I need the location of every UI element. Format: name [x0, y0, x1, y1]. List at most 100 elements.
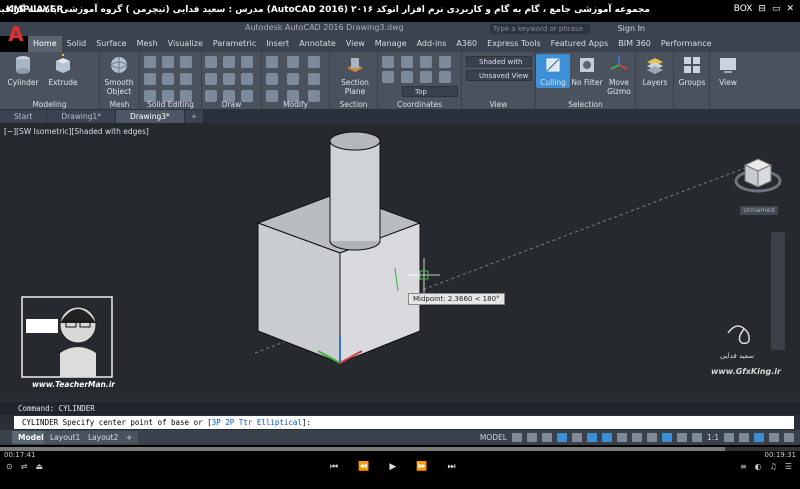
option-elliptical[interactable]: Elliptical [257, 418, 302, 427]
tab-mesh[interactable]: Mesh [132, 36, 163, 52]
subtract-icon[interactable] [144, 73, 156, 85]
polar-icon[interactable] [556, 433, 567, 442]
open-icon[interactable]: ⏏ [35, 462, 43, 471]
box-button[interactable]: BOX [734, 4, 753, 14]
panel-label-mesh[interactable]: Mesh [100, 100, 139, 109]
tab-insert[interactable]: Insert [261, 36, 294, 52]
tab-express-tools[interactable]: Express Tools [482, 36, 546, 52]
object-snap-icon[interactable] [601, 433, 612, 442]
tab-performance[interactable]: Performance [656, 36, 717, 52]
tab-parametric[interactable]: Parametric [208, 36, 261, 52]
view-direction-dropdown[interactable]: Top [402, 86, 458, 97]
shell-icon[interactable] [180, 56, 192, 68]
option-2p[interactable]: 2P [225, 418, 234, 427]
section-plane-button[interactable]: Section Plane [338, 54, 372, 96]
annotation-scale[interactable]: 1:1 [707, 433, 719, 442]
customization-menu-icon[interactable] [784, 433, 794, 442]
file-tab-drawing3[interactable]: Drawing3* [116, 110, 184, 123]
hardware-acceleration-icon[interactable] [754, 433, 764, 442]
layout-tab-layout2[interactable]: Layout2 [82, 431, 125, 444]
previous-icon[interactable]: ⏮ [330, 462, 338, 472]
object-snap-tracking-icon[interactable] [586, 433, 597, 442]
mirror-icon[interactable] [287, 73, 299, 85]
tab-annotate[interactable]: Annotate [294, 36, 341, 52]
ucs-z-icon[interactable] [382, 71, 394, 83]
file-tab-drawing1[interactable]: Drawing1* [47, 110, 116, 123]
workspace-gear-icon[interactable] [724, 433, 734, 442]
disc-icon[interactable]: ⊙ [6, 462, 13, 471]
navigation-bar[interactable] [771, 232, 785, 350]
smooth-object-button[interactable]: Smooth Object [102, 54, 136, 96]
interfere-icon[interactable] [162, 73, 174, 85]
culling-button[interactable]: Culling [536, 54, 570, 88]
extrude-button[interactable]: Extrude [46, 54, 80, 87]
ucs-view-icon[interactable] [439, 71, 451, 83]
spline-icon[interactable] [241, 73, 253, 85]
search-input[interactable]: Type a keyword or phrase [490, 24, 590, 34]
polyline-icon[interactable] [223, 56, 235, 68]
move-gizmo-button[interactable]: Move Gizmo [602, 54, 636, 96]
new-layout-button[interactable]: + [120, 431, 139, 444]
option-ttr[interactable]: Ttr [239, 418, 253, 427]
panel-label-modify[interactable]: Modify [262, 100, 329, 109]
fast-forward-icon[interactable]: ⏩ [416, 462, 427, 472]
tab-manage[interactable]: Manage [370, 36, 412, 52]
audio-icon[interactable]: ♫ [770, 462, 777, 471]
tab-featured-apps[interactable]: Featured Apps [546, 36, 614, 52]
ucs-y-icon[interactable] [439, 56, 451, 68]
command-line[interactable]: CYLINDER Specify center point of base or… [14, 416, 794, 429]
minimize-button[interactable]: ⊟ [758, 4, 766, 14]
file-tab-start[interactable]: Start [0, 110, 47, 123]
sign-in-button[interactable]: Sign In [618, 24, 645, 33]
option-3p[interactable]: 3P [212, 418, 221, 427]
panel-label-selection[interactable]: Selection [536, 100, 635, 109]
application-menu-button[interactable]: A [4, 22, 28, 50]
menu-icon[interactable]: ≡ [740, 462, 747, 471]
separate-icon[interactable] [180, 73, 192, 85]
circle-icon[interactable] [241, 56, 253, 68]
move-icon[interactable] [266, 56, 278, 68]
panel-label-coordinates[interactable]: Coordinates [378, 100, 461, 109]
brightness-icon[interactable]: ◐ [755, 462, 762, 471]
snap-icon[interactable] [526, 433, 537, 442]
fillet-icon[interactable] [308, 73, 320, 85]
new-tab-button[interactable]: + [184, 110, 204, 123]
tab-solid[interactable]: Solid [62, 36, 92, 52]
rectangle-icon[interactable] [223, 73, 235, 85]
viewcube-ucs-label[interactable]: Unnamed [740, 206, 778, 215]
drawing-viewport[interactable]: [−][SW Isometric][Shaded with edges] [0, 123, 800, 399]
cylinder-button[interactable]: Cylinder [6, 54, 40, 87]
rewind-icon[interactable]: ⏪ [358, 462, 369, 472]
ucs-x-icon[interactable] [420, 56, 432, 68]
close-button[interactable]: ✕ [786, 4, 794, 14]
visual-style-dropdown[interactable]: Shaded with e... [466, 56, 532, 77]
tab-bim-360[interactable]: BIM 360 [613, 36, 656, 52]
tab-a360[interactable]: A360 [451, 36, 482, 52]
transparency-icon[interactable] [631, 433, 642, 442]
tab-view[interactable]: View [341, 36, 370, 52]
play-icon[interactable]: ▶ [389, 462, 396, 472]
copy-icon[interactable] [266, 73, 278, 85]
panel-label-draw[interactable]: Draw [202, 100, 261, 109]
tab-add-ins[interactable]: Add-ins [412, 36, 452, 52]
isodraft-icon[interactable] [571, 433, 582, 442]
ortho-icon[interactable] [541, 433, 552, 442]
arc-icon[interactable] [205, 73, 217, 85]
tab-surface[interactable]: Surface [91, 36, 131, 52]
ucs-3point-icon[interactable] [420, 71, 432, 83]
playlist-icon[interactable]: ☰ [785, 462, 792, 471]
ucs-world-icon[interactable] [401, 56, 413, 68]
lineweight-icon[interactable] [616, 433, 627, 442]
isolate-objects-icon[interactable] [739, 433, 749, 442]
slice-icon[interactable] [162, 56, 174, 68]
rotate-icon[interactable] [287, 56, 299, 68]
selection-cycling-icon[interactable] [646, 433, 657, 442]
fullscreen-icon[interactable] [769, 433, 779, 442]
panel-label-modeling[interactable]: Modeling [0, 100, 99, 109]
model-space-button[interactable]: MODEL [480, 433, 507, 442]
maximize-button[interactable]: ▭ [772, 4, 781, 14]
line-icon[interactable] [205, 56, 217, 68]
seek-bar[interactable] [0, 447, 800, 451]
repeat-icon[interactable]: ⇌ [21, 462, 28, 471]
union-icon[interactable] [144, 56, 156, 68]
